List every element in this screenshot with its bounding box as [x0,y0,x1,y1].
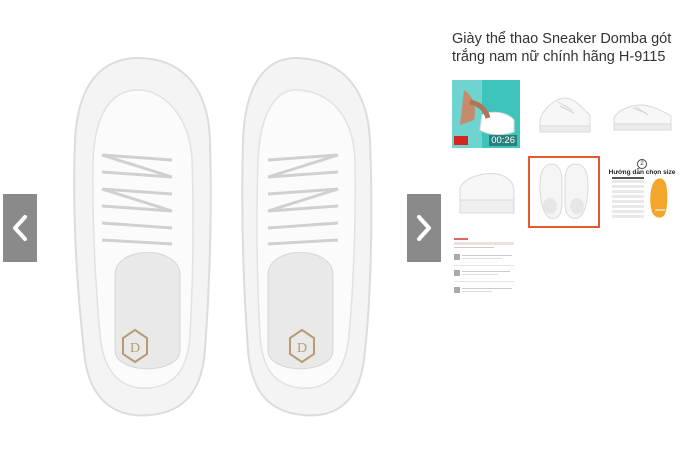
shoe-side-angle-image [539,97,591,133]
video-duration: 00:26 [489,135,517,146]
shoe-side-image [613,104,672,131]
thumbnail-size-guide[interactable]: 2 Hướng dẫn chọn size [608,158,676,226]
right-shoe: D [241,56,373,417]
shoe-top-view-image [539,163,589,219]
product-detail-screenshot-image [454,238,514,293]
main-product-image: D D [73,56,373,417]
thumbnail-2[interactable] [530,80,598,148]
thumbnail-3[interactable] [608,80,676,148]
shoe-back-image [459,173,515,214]
svg-text:D: D [297,341,307,356]
chevron-left-icon [13,215,27,241]
thumbnail-video[interactable]: 00:26 [452,80,520,148]
size-chart-image [612,177,668,218]
video-badge [454,136,468,145]
previous-image-button[interactable] [3,194,37,262]
thumbnail-7[interactable] [452,236,520,304]
svg-text:D: D [130,341,140,356]
left-shoe: D [73,56,212,417]
next-image-button[interactable] [407,194,441,262]
image-viewer: D D [0,0,445,453]
thumbnail-5-selected[interactable] [528,156,600,228]
product-title: Giày thể thao Sneaker Domba gót trắng na… [452,31,672,65]
thumbnail-4[interactable] [452,158,520,226]
chevron-right-icon [417,215,431,241]
